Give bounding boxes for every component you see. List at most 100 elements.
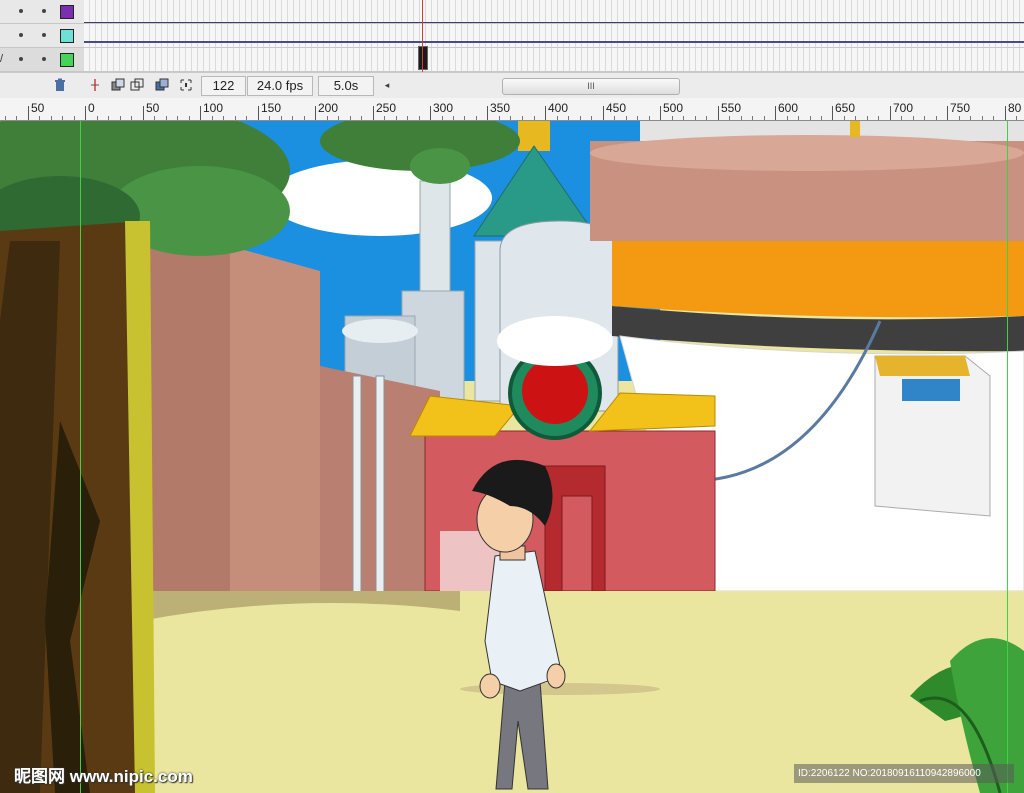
- frames-row-1[interactable]: [84, 0, 1024, 24]
- ruler-minor-tick: [16, 116, 17, 120]
- ruler-minor-tick: [729, 116, 730, 120]
- ruler-label: 400: [548, 101, 569, 115]
- watermark-site: 昵图网 www.nipic.com: [14, 767, 193, 786]
- onion-skin-icon[interactable]: [111, 78, 125, 92]
- ruler-minor-tick: [304, 116, 305, 120]
- ruler-label: 600: [778, 101, 799, 115]
- layer-row-1[interactable]: [0, 0, 84, 24]
- ruler-minor-tick: [970, 116, 971, 120]
- ruler-minor-tick: [706, 116, 707, 120]
- watermark-id: ID:2206122 NO:20180916110942896000: [794, 764, 1014, 783]
- ruler-minor-tick: [649, 116, 650, 120]
- ruler-minor-tick: [131, 116, 132, 120]
- ruler-label: 550: [721, 101, 742, 115]
- ruler-label: 450: [606, 101, 627, 115]
- timeline-panel: / 122 24.0 fps 5.0s ◂ III: [0, 0, 1024, 100]
- ruler-major-tick: [947, 106, 948, 120]
- ruler-minor-tick: [361, 116, 362, 120]
- ruler-minor-tick: [62, 116, 63, 120]
- ruler-label: 80: [1008, 101, 1022, 115]
- center-frame-icon[interactable]: [88, 78, 102, 92]
- frames-row-3[interactable]: [84, 48, 1024, 72]
- ruler-minor-tick: [189, 116, 190, 120]
- ruler-minor-tick: [177, 116, 178, 120]
- modify-onion-markers-icon[interactable]: [179, 78, 193, 92]
- pipe: [352, 375, 362, 599]
- visibility-dot[interactable]: [19, 57, 23, 61]
- pencil-icon: /: [0, 53, 4, 65]
- keyframe[interactable]: [418, 46, 428, 70]
- ruler-minor-tick: [384, 116, 385, 120]
- ruler-minor-tick: [878, 116, 879, 120]
- ruler-minor-tick: [246, 116, 247, 120]
- ruler-major-tick: [660, 106, 661, 120]
- scroll-left-icon[interactable]: ◂: [380, 78, 394, 92]
- ruler-major-tick: [603, 106, 604, 120]
- ruler-minor-tick: [924, 116, 925, 120]
- lock-dot[interactable]: [42, 9, 46, 13]
- ruler-minor-tick: [637, 116, 638, 120]
- green-guide[interactable]: [1007, 121, 1008, 793]
- ruler-major-tick: [832, 106, 833, 120]
- ruler-minor-tick: [683, 116, 684, 120]
- ruler-minor-tick: [120, 116, 121, 120]
- frame-rate-field[interactable]: 24.0 fps: [247, 76, 313, 96]
- ruler-major-tick: [1005, 106, 1006, 120]
- ruler-minor-tick: [913, 116, 914, 120]
- playhead[interactable]: [422, 0, 423, 72]
- ruler-label: 150: [261, 101, 282, 115]
- trash-icon[interactable]: [53, 78, 67, 92]
- ruler-major-tick: [315, 106, 316, 120]
- ruler-minor-tick: [499, 116, 500, 120]
- ruler-minor-tick: [476, 116, 477, 120]
- ruler-minor-tick: [821, 116, 822, 120]
- layer-color-swatch[interactable]: [60, 53, 74, 67]
- ruler-major-tick: [143, 106, 144, 120]
- lock-dot[interactable]: [42, 33, 46, 37]
- tween-span: [84, 22, 1024, 23]
- ruler-major-tick: [775, 106, 776, 120]
- timeline-scrollbar-thumb[interactable]: III: [502, 78, 680, 95]
- ruler-major-tick: [28, 106, 29, 120]
- ruler-major-tick: [430, 106, 431, 120]
- ruler-minor-tick: [74, 116, 75, 120]
- ruler-minor-tick: [534, 116, 535, 120]
- ruler-minor-tick: [281, 116, 282, 120]
- stage-canvas[interactable]: 昵图网 www.nipic.com ID:2206122 NO:20180916…: [0, 121, 1024, 793]
- ruler-minor-tick: [959, 116, 960, 120]
- ruler-label: 750: [950, 101, 971, 115]
- ruler-label: 50: [146, 101, 160, 115]
- ruler-minor-tick: [614, 116, 615, 120]
- ruler-minor-tick: [522, 116, 523, 120]
- tree-trunk: [0, 221, 155, 793]
- onion-skin-outlines-icon[interactable]: [130, 78, 144, 92]
- layer-color-swatch[interactable]: [60, 29, 74, 43]
- lock-dot[interactable]: [42, 57, 46, 61]
- current-frame-field[interactable]: 122: [201, 76, 246, 96]
- ruler-minor-tick: [453, 116, 454, 120]
- ruler-minor-tick: [212, 116, 213, 120]
- tween-span: [84, 41, 1024, 43]
- ruler-minor-tick: [396, 116, 397, 120]
- ruler-minor-tick: [39, 116, 40, 120]
- layer-row-2[interactable]: [0, 24, 84, 48]
- elapsed-time-field: 5.0s: [318, 76, 374, 96]
- ruler-minor-tick: [154, 116, 155, 120]
- ruler-minor-tick: [269, 116, 270, 120]
- ruler-major-tick: [487, 106, 488, 120]
- visibility-dot[interactable]: [19, 33, 23, 37]
- ruler-label: 250: [376, 101, 397, 115]
- frames-row-2[interactable]: [84, 24, 1024, 48]
- visibility-dot[interactable]: [19, 9, 23, 13]
- ruler-minor-tick: [626, 116, 627, 120]
- layer-row-3[interactable]: /: [0, 48, 84, 72]
- ruler-major-tick: [373, 106, 374, 120]
- edit-multiple-frames-icon[interactable]: [155, 78, 169, 92]
- ruler-label: 500: [663, 101, 684, 115]
- ruler-minor-tick: [787, 116, 788, 120]
- pipe: [375, 375, 385, 599]
- layer-color-swatch[interactable]: [60, 5, 74, 19]
- ruler-minor-tick: [993, 116, 994, 120]
- timeline-status-bar: 122 24.0 fps 5.0s ◂ III: [0, 72, 1024, 100]
- green-guide[interactable]: [80, 121, 81, 793]
